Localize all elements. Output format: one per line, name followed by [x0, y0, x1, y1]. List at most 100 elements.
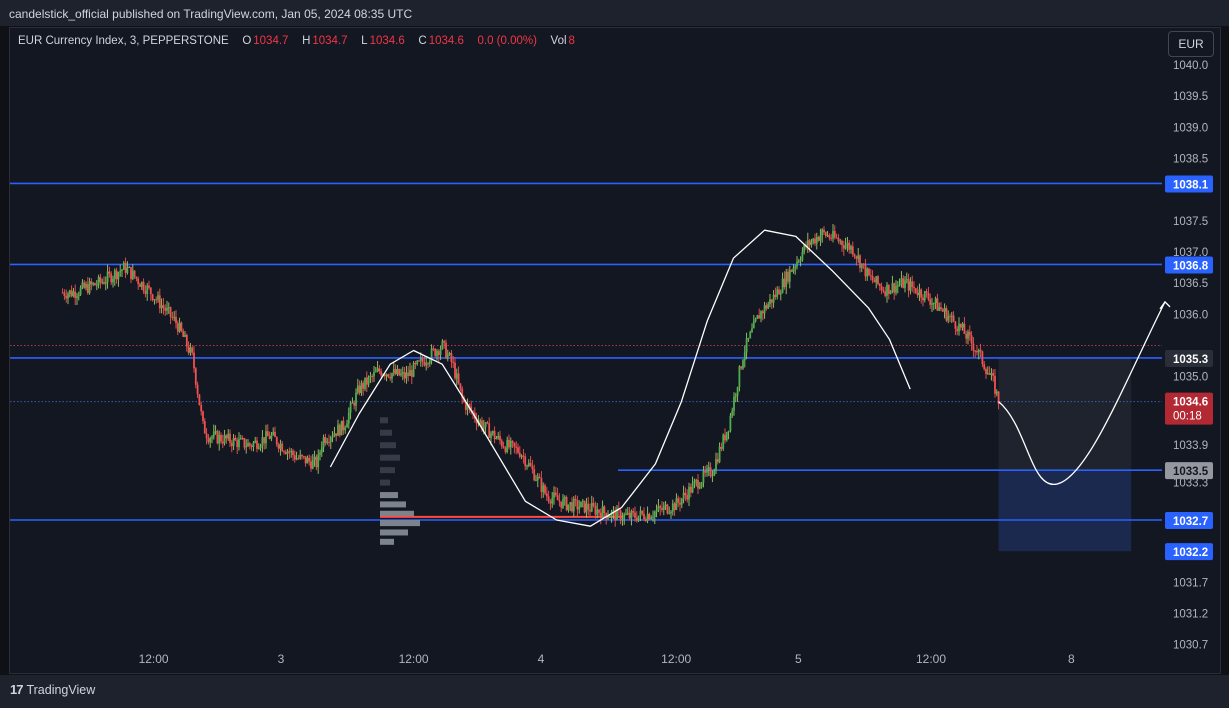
candle-body — [686, 495, 689, 500]
candle-body — [859, 255, 861, 268]
candle-body — [529, 463, 532, 467]
candle-body — [808, 240, 811, 245]
candle-body — [956, 328, 959, 332]
candle-body — [376, 368, 379, 372]
candle-body — [495, 438, 498, 440]
candle-body — [711, 475, 714, 477]
candle-body — [97, 277, 100, 286]
candle-body — [779, 292, 782, 295]
candle-body — [689, 486, 692, 493]
candle-body — [520, 455, 523, 457]
candle-body — [131, 270, 134, 280]
candle-body — [405, 372, 408, 379]
candle-body — [302, 456, 305, 458]
candle-body — [911, 281, 914, 288]
candle-body — [457, 373, 460, 384]
candle-body — [760, 311, 762, 319]
candle-body — [108, 271, 111, 274]
candle-body — [562, 498, 564, 508]
candle-body — [450, 353, 453, 362]
price-tag-text-1038.1: 1038.1 — [1173, 179, 1209, 191]
price-chart[interactable]: 1040.01039.51039.01038.51037.51037.01036… — [0, 0, 1229, 708]
candle-body — [787, 271, 789, 282]
candle-body — [828, 235, 831, 239]
candle-body — [434, 348, 437, 357]
candle-body — [220, 434, 222, 442]
candle-body — [225, 435, 228, 439]
candle-body — [164, 307, 167, 311]
candle-body — [918, 289, 921, 296]
candle-body — [445, 342, 447, 359]
candle-body — [452, 361, 455, 363]
candle-body — [293, 455, 296, 460]
candle-body — [626, 512, 629, 515]
candle-body — [351, 402, 354, 404]
candle-body — [724, 434, 726, 441]
candle-body — [878, 283, 881, 287]
candle-body — [715, 459, 717, 471]
candle-body — [344, 427, 347, 431]
candle-body — [695, 480, 698, 482]
tradingview-logo[interactable]: 17 TradingView — [10, 682, 95, 697]
candle-body — [632, 510, 635, 513]
candle-body — [106, 271, 109, 283]
candle-body — [270, 434, 273, 439]
candle-body — [907, 279, 910, 291]
candle-body — [436, 351, 438, 357]
candle-body — [677, 498, 680, 503]
candle-body — [738, 366, 741, 388]
candle-body — [522, 455, 525, 457]
candle-body — [335, 433, 338, 436]
candle-body — [148, 285, 150, 288]
candle-body — [313, 456, 316, 460]
candle-body — [221, 441, 224, 444]
candle-body — [353, 402, 356, 406]
candle-body — [72, 291, 75, 297]
candle-body — [364, 377, 366, 389]
candle-body — [952, 315, 955, 322]
candle-body — [551, 498, 554, 504]
symbol-label[interactable]: EUR Currency Index, 3, PEPPERSTONE — [18, 35, 229, 47]
candle-body — [403, 371, 406, 379]
candle-body — [950, 315, 953, 317]
candle-body — [320, 447, 323, 453]
candle-body — [857, 255, 860, 259]
candle-body — [810, 241, 813, 245]
candle-body — [421, 358, 424, 362]
candle-body — [295, 458, 298, 460]
candle-body — [670, 511, 672, 514]
candle-body — [851, 246, 854, 255]
candle-body — [729, 415, 732, 431]
candle-body — [839, 240, 842, 242]
candle-body — [770, 299, 773, 303]
candle-body — [513, 442, 516, 447]
candle-body — [324, 437, 327, 443]
candle-body — [391, 373, 393, 379]
candle-body — [904, 280, 906, 288]
candle-body — [414, 363, 417, 365]
price-tag-text-1032.7: 1032.7 — [1173, 516, 1208, 528]
candle-body — [326, 441, 329, 443]
x-tick-label: 4 — [538, 652, 545, 666]
candle-body — [736, 387, 739, 396]
candle-body — [241, 438, 244, 440]
x-tick-label: 5 — [795, 652, 802, 666]
candle-body — [536, 476, 539, 481]
y-tick-label: 1031.7 — [1173, 577, 1208, 589]
candle-body — [574, 498, 577, 501]
price-tag-text-1036.8: 1036.8 — [1173, 260, 1209, 272]
candle-body — [900, 278, 903, 285]
candle-body — [801, 251, 804, 260]
candle-body — [113, 270, 116, 279]
y-tick-label: 1031.2 — [1173, 608, 1208, 620]
candle-body — [153, 299, 156, 301]
price-tag-text-1035.3: 1035.3 — [1173, 354, 1208, 366]
candle-body — [511, 440, 514, 443]
candle-body — [929, 299, 932, 305]
candle-body — [887, 284, 890, 295]
currency-button[interactable]: EUR — [1168, 31, 1214, 57]
candle-body — [580, 501, 582, 508]
candle-body — [104, 282, 107, 284]
candle-body — [895, 286, 897, 293]
candle-body — [230, 442, 233, 447]
